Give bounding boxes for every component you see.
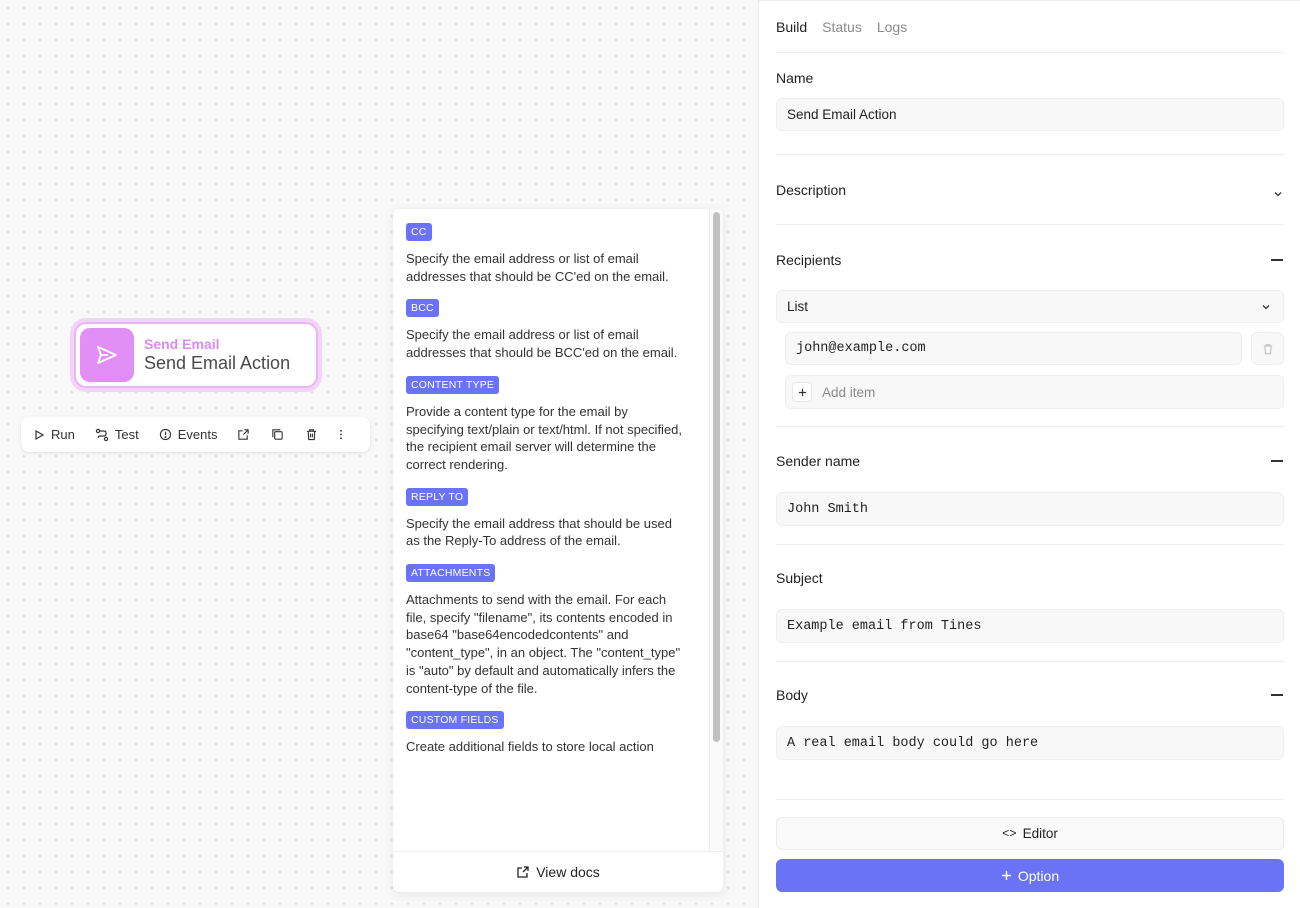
body-value: A real email body could go here bbox=[787, 735, 1039, 751]
send-email-action-node[interactable]: Send Email Send Email Action bbox=[70, 318, 322, 392]
name-label: Name bbox=[776, 70, 814, 86]
send-icon bbox=[80, 328, 134, 382]
chevron-down-icon bbox=[1262, 304, 1270, 309]
doc-item-cc: CC Specify the email address or list of … bbox=[406, 223, 708, 285]
doc-text: Specify the email address that should be… bbox=[406, 515, 672, 549]
view-docs-button[interactable]: View docs bbox=[393, 851, 723, 892]
sender-name-label: Sender name bbox=[776, 453, 861, 469]
doc-text: Specify the email address or list of ema… bbox=[406, 251, 669, 284]
flow-icon bbox=[95, 428, 109, 441]
recipient-item-input[interactable]: john@example.com bbox=[785, 332, 1242, 365]
tab-status[interactable]: Status bbox=[822, 19, 862, 35]
doc-text: Attachments to send with the email. For … bbox=[406, 592, 681, 696]
test-button[interactable]: Test bbox=[95, 427, 139, 442]
tab-logs[interactable]: Logs bbox=[877, 19, 907, 35]
collapse-icon[interactable] bbox=[1271, 259, 1283, 261]
recipients-type-value: List bbox=[787, 299, 809, 314]
trash-icon[interactable] bbox=[305, 428, 318, 441]
doc-text: Create additional fields to store local … bbox=[406, 739, 654, 755]
duplicate-icon[interactable] bbox=[271, 428, 284, 441]
doc-tag: CC bbox=[406, 223, 432, 241]
events-label: Events bbox=[177, 427, 218, 442]
node-type-label: Send Email bbox=[144, 336, 220, 352]
external-link-icon bbox=[517, 866, 529, 878]
doc-item-reply-to: REPLY TO Specify the email address that … bbox=[406, 487, 708, 550]
doc-text: Specify the email address or list of ema… bbox=[406, 327, 678, 361]
option-label: Option bbox=[1017, 867, 1060, 884]
more-vertical-icon[interactable] bbox=[339, 428, 343, 441]
name-value: Send Email Action bbox=[787, 107, 897, 122]
add-item-label: Add item bbox=[822, 384, 876, 400]
config-panel: Build Status Logs Name Send Email Action… bbox=[758, 0, 1300, 908]
subject-label: Subject bbox=[776, 570, 823, 586]
node-name: Send Email Action bbox=[144, 353, 291, 373]
body-input[interactable]: A real email body could go here bbox=[776, 726, 1284, 760]
subject-input[interactable]: Example email from Tines bbox=[776, 609, 1284, 643]
workflow-canvas[interactable]: Send Email Send Email Action Run Test Ev… bbox=[0, 0, 758, 908]
docs-popover: CC Specify the email address or list of … bbox=[393, 209, 723, 892]
divider bbox=[776, 52, 1284, 53]
editor-label: Editor bbox=[1022, 826, 1058, 841]
name-input[interactable]: Send Email Action bbox=[776, 98, 1284, 131]
play-icon bbox=[35, 429, 45, 440]
node-toolbar: Run Test Events bbox=[21, 417, 370, 452]
divider bbox=[776, 426, 1284, 427]
recipients-type-select[interactable]: List bbox=[776, 290, 1284, 323]
view-docs-label: View docs bbox=[536, 864, 600, 880]
open-external-icon[interactable] bbox=[237, 428, 250, 441]
plus-icon bbox=[1001, 871, 1011, 880]
trash-icon bbox=[1263, 343, 1272, 354]
remove-item-button[interactable] bbox=[1251, 332, 1284, 365]
docs-scrollbar-thumb[interactable] bbox=[713, 212, 720, 742]
body-label: Body bbox=[776, 687, 808, 703]
panel-tabs: Build Status Logs bbox=[776, 19, 922, 35]
test-label: Test bbox=[114, 427, 139, 442]
collapse-icon[interactable] bbox=[1271, 694, 1283, 696]
doc-item-custom-fields: CUSTOM FIELDS Create additional fields t… bbox=[406, 711, 708, 756]
divider bbox=[776, 661, 1284, 662]
plus-icon bbox=[792, 382, 812, 402]
add-option-button[interactable]: Option bbox=[776, 859, 1284, 892]
doc-tag: CUSTOM FIELDS bbox=[406, 711, 504, 730]
doc-tag: BCC bbox=[406, 299, 439, 318]
editor-button[interactable]: <> Editor bbox=[776, 817, 1284, 850]
doc-tag: REPLY TO bbox=[406, 487, 469, 506]
collapse-icon[interactable] bbox=[1271, 460, 1283, 462]
info-circle-icon bbox=[159, 428, 171, 441]
divider bbox=[776, 154, 1284, 155]
subject-value: Example email from Tines bbox=[787, 618, 982, 634]
description-label: Description bbox=[776, 182, 847, 198]
sender-name-input[interactable]: John Smith bbox=[776, 492, 1284, 526]
run-button[interactable]: Run bbox=[33, 427, 75, 442]
chevron-down-icon[interactable] bbox=[1273, 186, 1283, 201]
doc-tag: ATTACHMENTS bbox=[406, 564, 496, 583]
docs-list[interactable]: CC Specify the email address or list of … bbox=[393, 209, 708, 851]
divider bbox=[776, 799, 1284, 800]
code-icon: <> bbox=[1002, 826, 1017, 841]
sender-name-value: John Smith bbox=[787, 501, 869, 517]
doc-item-content-type: CONTENT TYPE Provide a content type for … bbox=[406, 375, 708, 474]
add-item-button[interactable]: Add item bbox=[785, 375, 1284, 409]
recipients-label: Recipients bbox=[776, 252, 842, 268]
doc-item-attachments: ATTACHMENTS Attachments to send with the… bbox=[406, 564, 708, 697]
doc-tag: CONTENT TYPE bbox=[406, 375, 500, 394]
doc-text: Provide a content type for the email by … bbox=[406, 403, 683, 472]
run-label: Run bbox=[51, 427, 75, 442]
divider bbox=[776, 224, 1284, 225]
tab-build[interactable]: Build bbox=[776, 19, 807, 35]
recipient-item-value: john@example.com bbox=[796, 341, 926, 356]
divider bbox=[776, 544, 1284, 545]
events-button[interactable]: Events bbox=[159, 427, 218, 442]
doc-item-bcc: BCC Specify the email address or list of… bbox=[406, 299, 708, 361]
